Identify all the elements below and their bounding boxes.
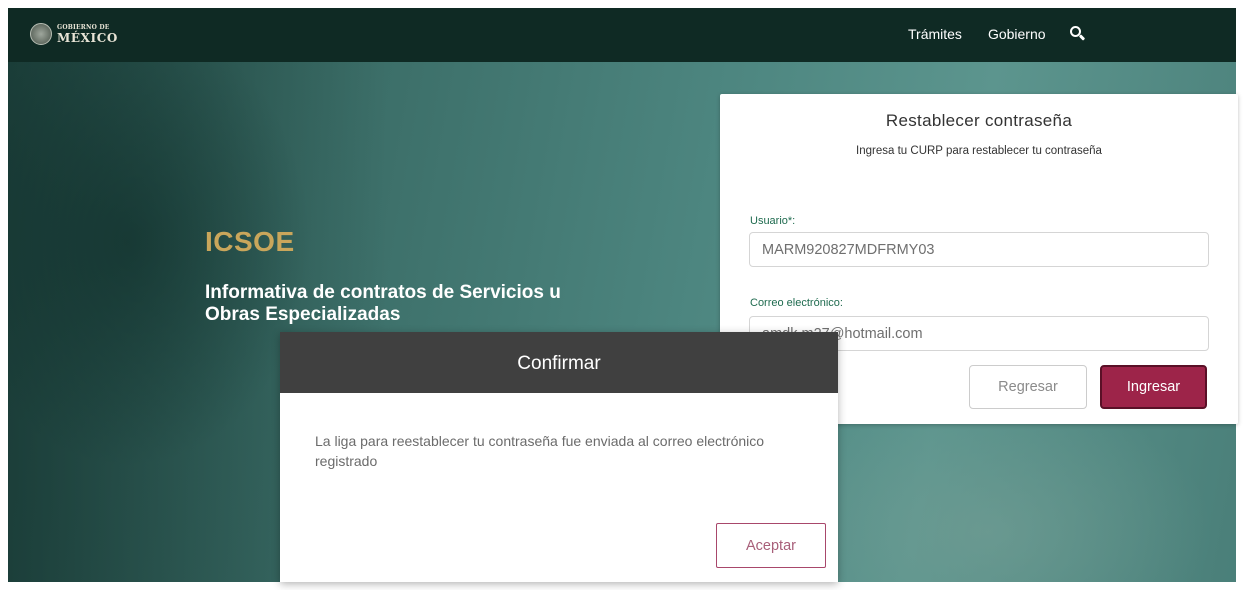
confirm-dialog: Confirmar La liga para reestablecer tu c… <box>280 332 838 582</box>
logo-text: GOBIERNO DE MÉXICO <box>57 23 118 45</box>
nav-link-tramites[interactable]: Trámites <box>908 26 962 42</box>
dialog-message: La liga para reestablecer tu contraseña … <box>315 433 765 469</box>
email-field-label: Correo electrónico: <box>750 297 843 309</box>
hero-title: ICSOE <box>205 226 295 257</box>
card-title: Restablecer contraseña <box>885 111 1073 130</box>
card-subtitle: Ingresa tu CURP para restablecer tu cont… <box>856 145 1102 157</box>
logo-main-text: MÉXICO <box>57 30 118 45</box>
hero-subtitle: Informativa de contratos de Servicios u … <box>205 282 561 325</box>
gobierno-mexico-logo[interactable]: GOBIERNO DE MÉXICO <box>30 23 118 45</box>
submit-button[interactable]: Ingresar <box>1100 365 1207 409</box>
top-navbar: GOBIERNO DE MÉXICO Trámites Gobierno <box>8 8 1236 62</box>
back-button[interactable]: Regresar <box>969 365 1087 409</box>
national-seal-icon <box>30 23 52 45</box>
nav-link-gobierno[interactable]: Gobierno <box>988 26 1046 42</box>
search-icon[interactable] <box>1069 26 1086 42</box>
dialog-title: Confirmar <box>280 332 838 393</box>
user-field-label: Usuario*: <box>750 215 796 227</box>
logo-top-text: GOBIERNO DE <box>57 23 110 31</box>
accept-button[interactable]: Aceptar <box>716 523 826 568</box>
nav-links: Trámites Gobierno <box>908 26 1086 42</box>
user-input[interactable]: MARM920827MDFRMY03 <box>749 232 1209 267</box>
